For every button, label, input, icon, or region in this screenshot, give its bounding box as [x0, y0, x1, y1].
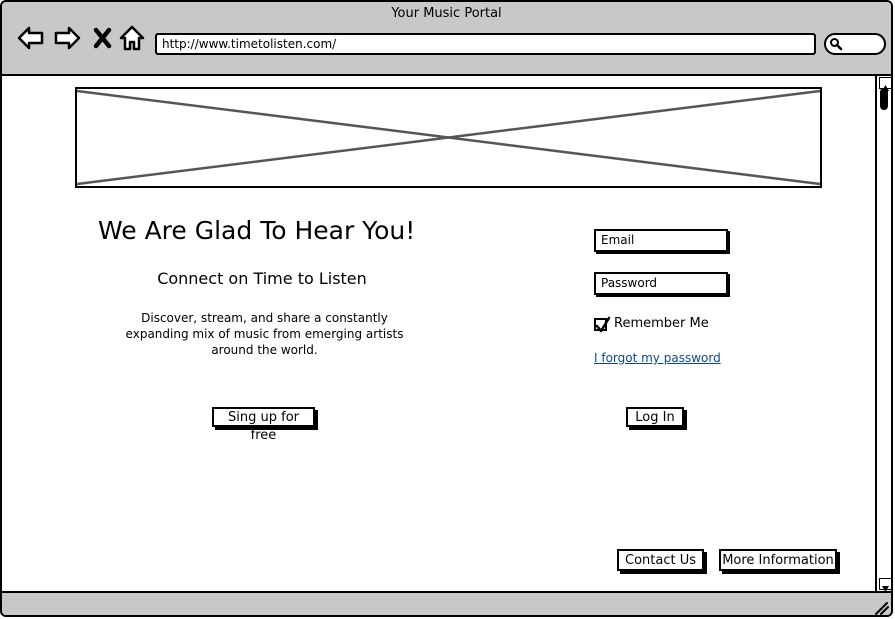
contact-us-button[interactable]: Contact Us	[617, 549, 704, 571]
vertical-scrollbar[interactable]	[875, 76, 891, 592]
login-button[interactable]: Log In	[626, 407, 684, 427]
window-title: Your Music Portal	[391, 6, 502, 21]
forward-arrow-icon[interactable]	[54, 24, 82, 52]
status-bar	[2, 591, 891, 615]
back-arrow-icon[interactable]	[16, 24, 44, 52]
home-icon[interactable]	[118, 24, 146, 52]
forgot-password-link[interactable]: I forgot my password	[594, 351, 721, 365]
email-field[interactable]: Email	[594, 229, 728, 252]
browser-titlebar: Your Music Portal http://www.timetoliste…	[2, 2, 891, 76]
remember-me-checkbox[interactable]	[594, 316, 611, 333]
search-box[interactable]	[824, 33, 886, 55]
more-information-button[interactable]: More Information	[719, 549, 837, 571]
banner-image-placeholder	[75, 87, 822, 188]
browser-window: Your Music Portal http://www.timetoliste…	[0, 0, 893, 617]
scrollbar-thumb[interactable]	[880, 88, 888, 110]
address-bar[interactable]: http://www.timetolisten.com/	[155, 33, 816, 55]
intro-description: Discover, stream, and share a constantly…	[125, 311, 404, 357]
close-x-icon[interactable]	[91, 24, 119, 52]
remember-me-label: Remember Me	[614, 316, 709, 331]
scroll-down-button[interactable]	[879, 578, 891, 592]
search-icon	[830, 38, 843, 51]
signup-button[interactable]: Sing up for free	[212, 407, 315, 443]
resize-grip-icon[interactable]	[873, 601, 889, 615]
page-subheading: Connect on Time to Listen	[157, 269, 367, 288]
checkmark-icon	[595, 316, 611, 333]
page-content: We Are Glad To Hear You! Connect on Time…	[2, 76, 875, 591]
page-heading: We Are Glad To Hear You!	[98, 216, 416, 245]
scroll-up-button[interactable]	[879, 77, 891, 91]
image-placeholder-icon	[77, 89, 820, 186]
password-field[interactable]: Password	[594, 272, 728, 295]
